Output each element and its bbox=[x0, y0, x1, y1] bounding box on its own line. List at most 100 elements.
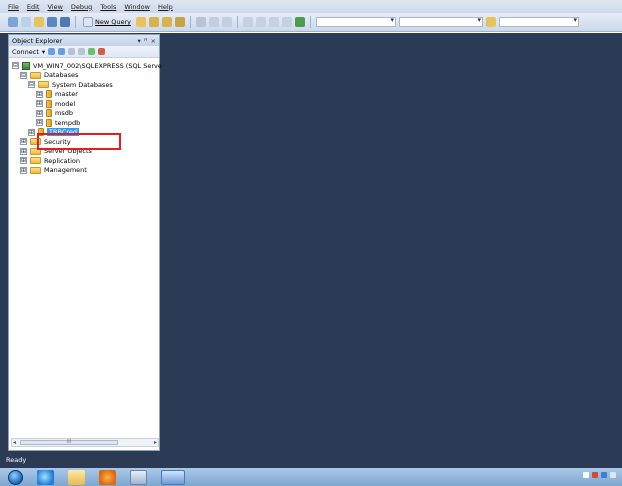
folder-icon bbox=[38, 81, 49, 89]
menu-tools[interactable]: Tools bbox=[100, 3, 116, 11]
expand-icon[interactable]: ⊞ bbox=[36, 119, 43, 127]
open-file-icon[interactable] bbox=[34, 17, 44, 27]
db-label-master: master bbox=[55, 90, 78, 99]
tray-network-icon[interactable] bbox=[601, 472, 607, 478]
standard-toolbar: New Query bbox=[0, 13, 622, 32]
expand-icon[interactable]: ⊞ bbox=[20, 138, 27, 146]
tray-flag-icon[interactable] bbox=[592, 472, 598, 478]
expand-icon[interactable]: ⊞ bbox=[20, 157, 27, 165]
filter-icon[interactable] bbox=[78, 48, 86, 55]
tree-node-tempdb[interactable]: ⊞ tempdb bbox=[9, 118, 159, 128]
find-dropdown[interactable] bbox=[399, 16, 483, 27]
stop-icon[interactable] bbox=[68, 48, 76, 55]
tree-node-management[interactable]: ⊞ Management bbox=[9, 166, 159, 176]
collapse-icon[interactable]: ⊟ bbox=[28, 81, 35, 89]
database-icon bbox=[46, 90, 52, 99]
query-icon-2[interactable] bbox=[149, 17, 159, 27]
copy-icon[interactable] bbox=[209, 17, 219, 27]
undo-icon[interactable] bbox=[243, 17, 253, 27]
paste-icon[interactable] bbox=[222, 17, 232, 27]
expand-icon[interactable]: ⊞ bbox=[36, 100, 43, 108]
taskbar bbox=[0, 468, 622, 486]
add-item-icon[interactable] bbox=[21, 17, 31, 27]
menu-view[interactable]: View bbox=[47, 3, 62, 11]
expand-icon[interactable]: ⊞ bbox=[28, 128, 35, 136]
solution-configuration-dropdown[interactable] bbox=[316, 16, 396, 27]
db-label-selected[interactable]: TRBCred bbox=[47, 128, 80, 137]
cut-icon[interactable] bbox=[196, 17, 206, 27]
new-project-icon[interactable] bbox=[8, 17, 18, 27]
connect-button[interactable]: Connect bbox=[12, 48, 39, 56]
tree-node-trbcred[interactable]: ⊞ TRBCred bbox=[9, 128, 159, 138]
refresh-icon[interactable] bbox=[88, 48, 96, 55]
navigate-forward-icon[interactable] bbox=[282, 17, 292, 27]
tree-node-databases[interactable]: ⊟ Databases bbox=[9, 71, 159, 81]
object-explorer-title: Object Explorer bbox=[12, 36, 63, 45]
start-button-icon[interactable] bbox=[8, 469, 23, 485]
menu-window[interactable]: Window bbox=[124, 3, 150, 11]
tree-node-replication[interactable]: ⊞ Replication bbox=[9, 156, 159, 166]
security-label: Security bbox=[44, 137, 71, 146]
new-query-label: New Query bbox=[95, 18, 131, 26]
dropdown-icon[interactable]: ▾ bbox=[138, 37, 141, 45]
tree-node-msdb[interactable]: ⊞ msdb bbox=[9, 109, 159, 119]
tree-node-model[interactable]: ⊞ model bbox=[9, 99, 159, 109]
collapse-icon[interactable]: ⊟ bbox=[20, 71, 27, 79]
debug-start-icon[interactable] bbox=[295, 17, 305, 27]
status-text: Ready bbox=[6, 456, 27, 464]
new-query-button[interactable]: New Query bbox=[81, 16, 133, 28]
system-databases-label: System Databases bbox=[52, 80, 113, 89]
scroll-right-icon[interactable]: ▸ bbox=[154, 439, 157, 446]
status-bar: Ready bbox=[0, 452, 622, 468]
expand-icon[interactable]: ⊞ bbox=[36, 90, 43, 98]
expand-icon[interactable]: ⊞ bbox=[36, 109, 43, 117]
query-icon-4[interactable] bbox=[175, 17, 185, 27]
internet-explorer-icon[interactable] bbox=[37, 469, 54, 485]
tray-arrow-icon[interactable] bbox=[583, 472, 589, 478]
connect-dropdown-icon[interactable]: ▾ bbox=[42, 48, 45, 56]
search-combobox[interactable] bbox=[499, 16, 579, 27]
tree-node-server[interactable]: ⊟ VM_WIN7_002\SQLEXPRESS (SQL Serve bbox=[9, 61, 162, 71]
close-icon[interactable]: × bbox=[151, 37, 156, 45]
db-label-model: model bbox=[55, 99, 76, 108]
object-explorer-tree: ⊟ VM_WIN7_002\SQLEXPRESS (SQL Serve ⊟ Da… bbox=[9, 58, 162, 176]
ssms-taskbar-icon[interactable] bbox=[161, 469, 185, 485]
tree-node-security[interactable]: ⊞ Security bbox=[9, 137, 159, 147]
collapse-icon[interactable]: ⊟ bbox=[12, 62, 19, 70]
query-icon-1[interactable] bbox=[136, 17, 146, 27]
server-icon bbox=[22, 61, 30, 70]
disconnect-icon[interactable] bbox=[58, 48, 66, 55]
scrollbar-thumb[interactable]: III bbox=[20, 440, 118, 445]
query-icon-3[interactable] bbox=[162, 17, 172, 27]
find-icon[interactable] bbox=[486, 17, 496, 27]
expand-icon[interactable]: ⊞ bbox=[20, 166, 27, 174]
document-area bbox=[160, 33, 622, 452]
object-explorer-title-bar: Object Explorer ▾ ꟸ × bbox=[9, 35, 159, 46]
tree-node-server-objects[interactable]: ⊞ Server Objects bbox=[9, 147, 159, 157]
save-all-icon[interactable] bbox=[60, 17, 70, 27]
summary-icon[interactable] bbox=[98, 48, 106, 55]
save-icon[interactable] bbox=[47, 17, 57, 27]
network-icon[interactable] bbox=[130, 469, 147, 485]
server-objects-label: Server Objects bbox=[44, 147, 92, 156]
horizontal-scrollbar[interactable]: ◂ III ▸ bbox=[11, 438, 159, 447]
navigate-backward-icon[interactable] bbox=[269, 17, 279, 27]
title-controls: ▾ ꟸ × bbox=[138, 37, 156, 45]
file-explorer-icon[interactable] bbox=[68, 469, 85, 485]
redo-icon[interactable] bbox=[256, 17, 266, 27]
expand-icon[interactable]: ⊞ bbox=[20, 147, 27, 155]
pin-icon[interactable]: ꟸ bbox=[144, 37, 148, 45]
tree-node-system-databases[interactable]: ⊟ System Databases bbox=[9, 80, 159, 90]
toolbar-separator bbox=[310, 16, 311, 28]
menu-debug[interactable]: Debug bbox=[71, 3, 92, 11]
menu-edit[interactable]: Edit bbox=[27, 3, 40, 11]
scroll-left-icon[interactable]: ◂ bbox=[13, 439, 16, 446]
menu-help[interactable]: Help bbox=[158, 3, 173, 11]
media-player-icon[interactable] bbox=[99, 469, 116, 485]
tree-node-master[interactable]: ⊞ master bbox=[9, 90, 159, 100]
folder-icon bbox=[30, 71, 41, 79]
connect-object-explorer-icon[interactable] bbox=[48, 48, 56, 55]
tray-volume-icon[interactable] bbox=[610, 472, 616, 478]
toolbar-separator bbox=[237, 16, 238, 28]
menu-file[interactable]: File bbox=[8, 3, 19, 11]
